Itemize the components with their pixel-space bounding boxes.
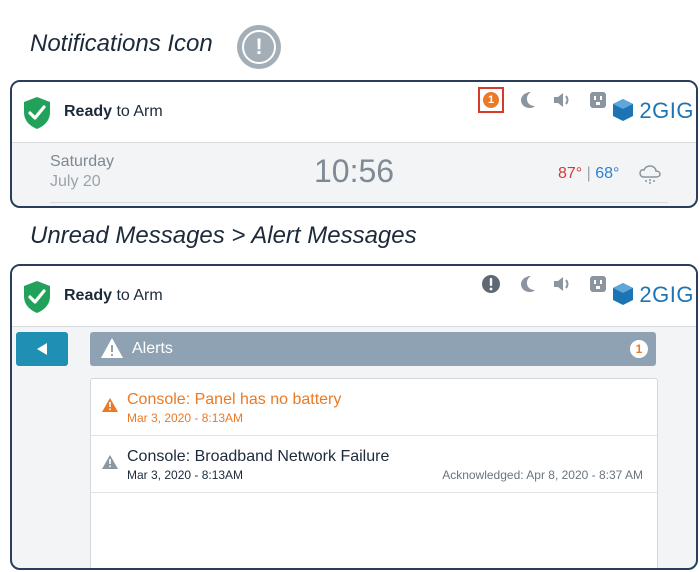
shield-check-icon[interactable]: [22, 280, 52, 314]
unread-heading: Unread Messages > Alert Messages: [30, 222, 417, 249]
brand-logo: 2GIG: [639, 282, 694, 307]
alerts-list: Console: Panel has no battery Mar 3, 202…: [90, 378, 658, 568]
warning-icon: [101, 338, 123, 358]
list-item[interactable]: Console: Broadband Network Failure Mar 3…: [91, 436, 657, 493]
arm-status-text[interactable]: Ready to Arm: [64, 103, 163, 121]
alert-timestamp: Mar 3, 2020 - 8:13AM: [127, 411, 244, 425]
alert-title: Console: Panel has no battery: [127, 391, 342, 408]
date: July 20: [50, 173, 101, 190]
notification-count-badge: 1: [483, 92, 499, 108]
notifications-heading: Notifications Icon: [30, 30, 213, 57]
back-button[interactable]: [16, 332, 68, 366]
moon-icon[interactable]: [516, 82, 540, 118]
home-screen-panel: Ready to Arm 1 2GIG Saturday July 20 10:…: [10, 80, 698, 208]
notification-button[interactable]: 1: [476, 82, 506, 118]
clock: 10:56: [314, 153, 395, 189]
alert-title: Console: Broadband Network Failure: [127, 448, 390, 465]
brand-cube-icon: [613, 99, 633, 121]
status-bar: Ready to Arm 2GIG: [12, 266, 696, 327]
alerts-screen-panel: Ready to Arm 2GIG Alerts 1 Console: Pane…: [10, 264, 698, 570]
outlet-icon[interactable]: [586, 82, 610, 118]
alerts-label: Alerts: [132, 340, 173, 357]
divider: [50, 202, 668, 203]
moon-icon[interactable]: [516, 266, 540, 302]
alert-acknowledged: Acknowledged: Apr 8, 2020 - 8:37 AM: [442, 468, 643, 482]
shield-check-icon[interactable]: [22, 96, 52, 130]
exclamation-icon: !: [237, 25, 281, 69]
weekday: Saturday: [50, 153, 115, 170]
brand-logo: 2GIG: [639, 98, 694, 123]
temperature[interactable]: 87° | 68°: [558, 165, 619, 183]
alerts-count-badge: 1: [630, 340, 648, 358]
list-item[interactable]: Console: Panel has no battery Mar 3, 202…: [91, 379, 657, 436]
status-bar: Ready to Arm 1 2GIG: [12, 82, 696, 143]
speaker-icon[interactable]: [550, 266, 576, 302]
warning-icon: [102, 455, 118, 469]
exclamation-icon[interactable]: [478, 266, 504, 302]
brand-cube-icon: [613, 283, 633, 305]
back-arrow-icon: [37, 343, 47, 355]
cloud-snow-icon[interactable]: [638, 163, 662, 187]
speaker-icon[interactable]: [550, 82, 576, 118]
arm-status-text[interactable]: Ready to Arm: [64, 287, 163, 305]
info-bar: Saturday July 20 10:56 87° | 68°: [12, 143, 696, 206]
warning-icon: [102, 398, 118, 412]
alert-timestamp: Mar 3, 2020 - 8:13AM: [127, 468, 244, 482]
outlet-icon[interactable]: [586, 266, 610, 302]
alerts-header[interactable]: Alerts 1: [90, 332, 656, 366]
